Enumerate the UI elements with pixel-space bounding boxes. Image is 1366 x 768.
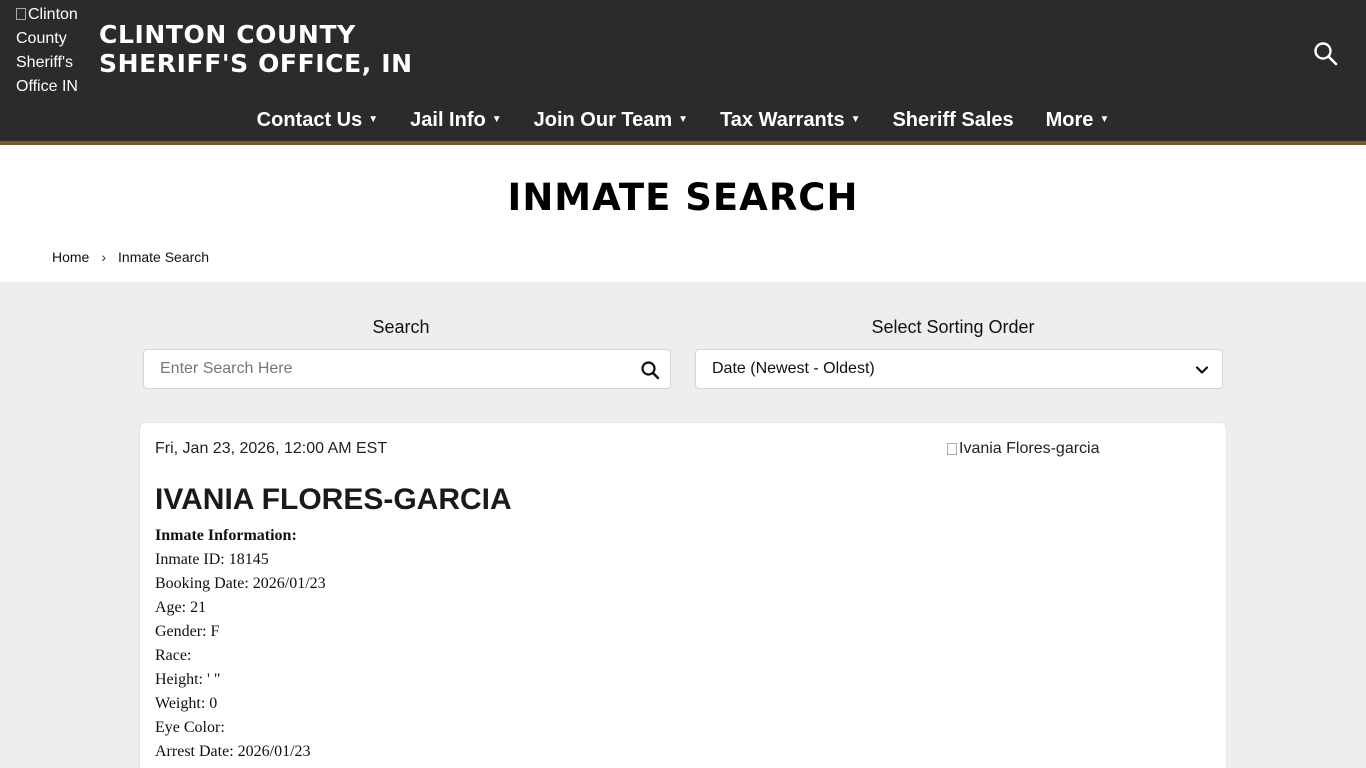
inmate-name[interactable]: IVANIA FLORES-GARCIA [155, 483, 512, 517]
caret-down-icon: ▼ [678, 114, 689, 125]
inmate-field: Race: [155, 647, 192, 664]
header-search-button[interactable] [1312, 40, 1340, 68]
site-logo[interactable]: Clinton County Sheriff's Office IN [16, 3, 90, 99]
nav-label: Join Our Team [533, 108, 673, 131]
inmate-field: Arrest Date: 2026/01/23 [155, 743, 311, 760]
inmate-field: Eye Color: [155, 719, 225, 736]
page-title: INMATE SEARCH [507, 176, 859, 219]
nav-label: Jail Info [410, 108, 486, 131]
site-title[interactable]: CLINTON COUNTY SHERIFF'S OFFICE, IN [99, 20, 413, 78]
nav-item-more[interactable]: More ▼ [1030, 109, 1126, 132]
caret-down-icon: ▼ [850, 114, 861, 125]
search-input[interactable] [144, 350, 670, 388]
chevron-down-icon [1195, 366, 1209, 374]
sort-select[interactable]: Date (Newest - Oldest) [695, 349, 1223, 389]
breadcrumb: Home › Inmate Search [52, 249, 209, 265]
nav-label: Tax Warrants [720, 108, 845, 131]
nav-item-sheriff-sales[interactable]: Sheriff Sales [876, 109, 1029, 132]
nav-item-tax-warrants[interactable]: Tax Warrants ▼ [704, 109, 876, 132]
inmate-field: Height: ' " [155, 671, 221, 688]
caret-down-icon: ▼ [368, 114, 379, 125]
broken-image-icon [16, 8, 26, 20]
chevron-right-icon: › [101, 249, 107, 265]
inmate-photo: Ivania Flores-garcia [947, 440, 1100, 458]
search-field [143, 349, 671, 389]
main-nav: Contact Us ▼ Jail Info ▼ Join Our Team ▼ Ta… [0, 100, 1366, 140]
inmate-info-heading: Inmate Information: [155, 527, 297, 544]
inmate-field: Inmate ID: 18145 [155, 551, 269, 568]
booking-datetime: Fri, Jan 23, 2026, 12:00 AM EST [155, 440, 388, 457]
nav-label: More [1045, 108, 1094, 131]
search-icon [1314, 42, 1338, 66]
nav-label: Sheriff Sales [892, 108, 1014, 131]
search-icon[interactable] [640, 360, 660, 380]
broken-image-icon [947, 443, 957, 455]
nav-item-jail-info[interactable]: Jail Info ▼ [394, 109, 517, 132]
inmate-field: Booking Date: 2026/01/23 [155, 575, 326, 592]
inmate-field: Weight: 0 [155, 695, 218, 712]
nav-label: Contact Us [256, 108, 363, 131]
search-label: Search [372, 317, 430, 337]
breadcrumb-current: Inmate Search [118, 249, 210, 265]
inmate-photo-alt: Ivania Flores-garcia [959, 440, 1100, 457]
nav-item-join-our-team[interactable]: Join Our Team ▼ [518, 109, 704, 132]
site-title-line1: CLINTON COUNTY [99, 20, 356, 49]
site-title-line2: SHERIFF'S OFFICE, IN [99, 49, 413, 78]
sort-label: Select Sorting Order [871, 317, 1035, 337]
caret-down-icon: ▼ [491, 114, 502, 125]
inmate-field: Gender: F [155, 623, 220, 640]
sort-selected-value: Date (Newest - Oldest) [712, 360, 875, 377]
nav-item-contact-us[interactable]: Contact Us ▼ [241, 109, 394, 132]
caret-down-icon: ▼ [1099, 114, 1110, 125]
inmate-info: Inmate Information: Inmate ID: 18145 Boo… [155, 524, 326, 764]
breadcrumb-home-link[interactable]: Home [52, 249, 89, 265]
inmate-field: Age: 21 [155, 599, 207, 616]
